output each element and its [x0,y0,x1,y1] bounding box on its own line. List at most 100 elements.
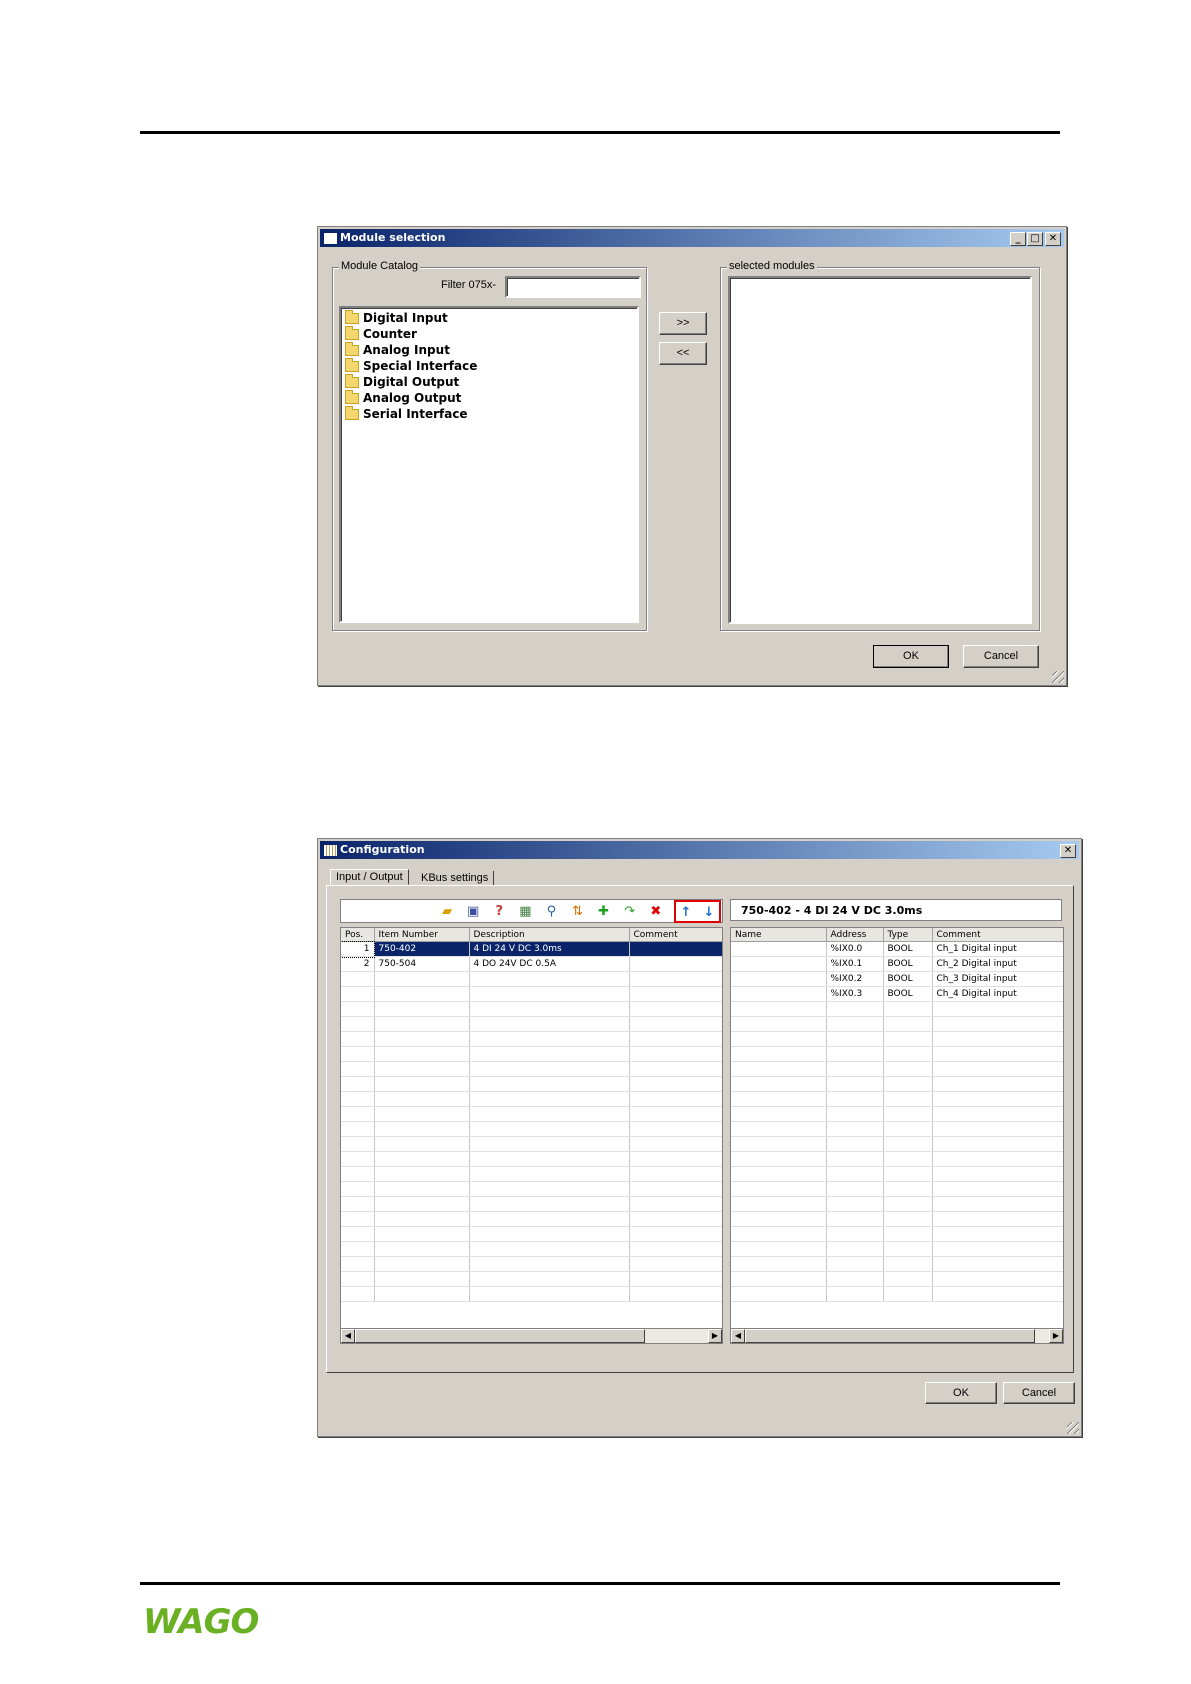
table-cell[interactable] [826,1151,884,1167]
table-row[interactable] [341,1286,722,1302]
open-folder-icon[interactable]: ▰ [439,904,455,920]
column-header[interactable]: Description [469,928,630,942]
table-cell[interactable] [341,1061,375,1077]
table-cell[interactable] [731,1226,827,1242]
table-cell[interactable] [826,1031,884,1047]
column-header[interactable]: Pos. [341,928,375,942]
table-cell[interactable] [341,1196,375,1212]
table-cell[interactable] [932,1166,1063,1182]
table-row[interactable]: %IX0.2 BOOL Ch_3 Digital input [731,971,1063,987]
table-cell[interactable] [731,1271,827,1287]
table-row[interactable]: 2 750-504 4 DO 24V DC 0.5A [341,956,722,972]
table-cell[interactable] [932,1076,1063,1092]
resize-grip[interactable] [1067,1422,1079,1434]
table-cell[interactable] [374,1256,470,1272]
table-cell[interactable] [374,1031,470,1047]
table-cell[interactable] [374,1001,470,1017]
table-cell[interactable] [374,1091,470,1107]
table-cell[interactable] [341,1031,375,1047]
table-cell[interactable] [826,1196,884,1212]
table-cell[interactable] [469,1211,630,1227]
table-cell[interactable] [341,1211,375,1227]
table-row[interactable] [731,1181,1063,1197]
table-cell[interactable] [374,1241,470,1257]
table-row[interactable] [341,1136,722,1152]
table-cell[interactable] [469,1271,630,1287]
table-cell[interactable] [341,1151,375,1167]
table-cell[interactable] [731,1196,827,1212]
table-row[interactable] [341,1061,722,1077]
save-icon[interactable]: ▣ [465,904,481,920]
table-row[interactable] [731,1256,1063,1272]
table-cell[interactable] [826,1121,884,1137]
column-header[interactable]: Comment [629,928,722,942]
table-cell[interactable] [731,1001,827,1017]
remove-module-button[interactable]: << [659,342,707,365]
table-cell[interactable] [629,1001,722,1017]
table-row[interactable] [341,986,722,1002]
close-icon[interactable]: ✕ [1060,844,1076,858]
table-cell[interactable] [469,1061,630,1077]
table-cell[interactable] [374,1151,470,1167]
table-row[interactable] [341,1241,722,1257]
table-row[interactable] [731,1241,1063,1257]
table-row[interactable]: 1 750-402 4 DI 24 V DC 3.0ms [341,940,722,958]
image-icon[interactable]: ▦ [517,904,533,920]
table-cell[interactable] [469,1001,630,1017]
table-cell[interactable] [629,1256,722,1272]
column-header[interactable]: Type [883,928,933,942]
table-row[interactable] [731,1001,1063,1017]
table-cell[interactable] [469,1016,630,1032]
table-cell[interactable] [883,1136,933,1152]
table-cell[interactable] [469,1286,630,1302]
table-row[interactable] [731,1136,1063,1152]
table-cell[interactable] [629,1136,722,1152]
table-cell[interactable] [883,1121,933,1137]
table-cell[interactable] [469,1106,630,1122]
table-cell[interactable] [341,1076,375,1092]
scroll-left-icon[interactable]: ◀ [341,1329,355,1343]
table-row[interactable] [731,1106,1063,1122]
table-cell[interactable] [932,1016,1063,1032]
table-cell[interactable] [469,1121,630,1137]
table-cell[interactable] [932,1241,1063,1257]
table-cell[interactable] [932,1046,1063,1062]
table-cell[interactable] [629,1226,722,1242]
add-module-button[interactable]: >> [659,312,707,335]
table-cell[interactable] [826,1166,884,1182]
table-cell[interactable]: Ch_1 Digital input [932,941,1063,957]
table-cell[interactable] [374,1106,470,1122]
table-row[interactable] [341,1256,722,1272]
table-cell[interactable] [883,1061,933,1077]
table-cell[interactable] [883,1106,933,1122]
table-cell[interactable] [731,1166,827,1182]
table-cell[interactable] [883,1286,933,1302]
table-row[interactable] [731,1121,1063,1137]
table-cell[interactable] [629,956,722,972]
table-cell[interactable] [469,1151,630,1167]
tab-input-output[interactable]: Input / Output [330,869,409,885]
table-cell[interactable]: BOOL [883,956,933,972]
table-cell[interactable] [731,1061,827,1077]
table-cell[interactable] [883,1226,933,1242]
table-cell[interactable] [883,1046,933,1062]
table-cell[interactable] [826,1271,884,1287]
cancel-button[interactable]: Cancel [1003,1382,1075,1404]
table-row[interactable] [731,1286,1063,1302]
table-cell[interactable] [341,1091,375,1107]
table-cell[interactable] [826,1211,884,1227]
table-cell[interactable] [469,986,630,1002]
column-header[interactable]: Item Number [374,928,470,942]
table-cell[interactable] [731,1031,827,1047]
table-cell[interactable] [826,1106,884,1122]
table-cell[interactable] [374,1076,470,1092]
table-cell[interactable] [341,986,375,1002]
table-cell[interactable] [469,1136,630,1152]
module-table-container[interactable]: Pos. Item Number Description Comment 1 750-4… [340,927,723,1344]
table-cell[interactable] [826,1286,884,1302]
table-cell[interactable] [374,1226,470,1242]
scroll-thumb[interactable] [745,1329,1035,1343]
table-cell[interactable]: 750-504 [374,956,470,972]
table-cell[interactable] [629,1286,722,1302]
cancel-button[interactable]: Cancel [963,645,1039,668]
